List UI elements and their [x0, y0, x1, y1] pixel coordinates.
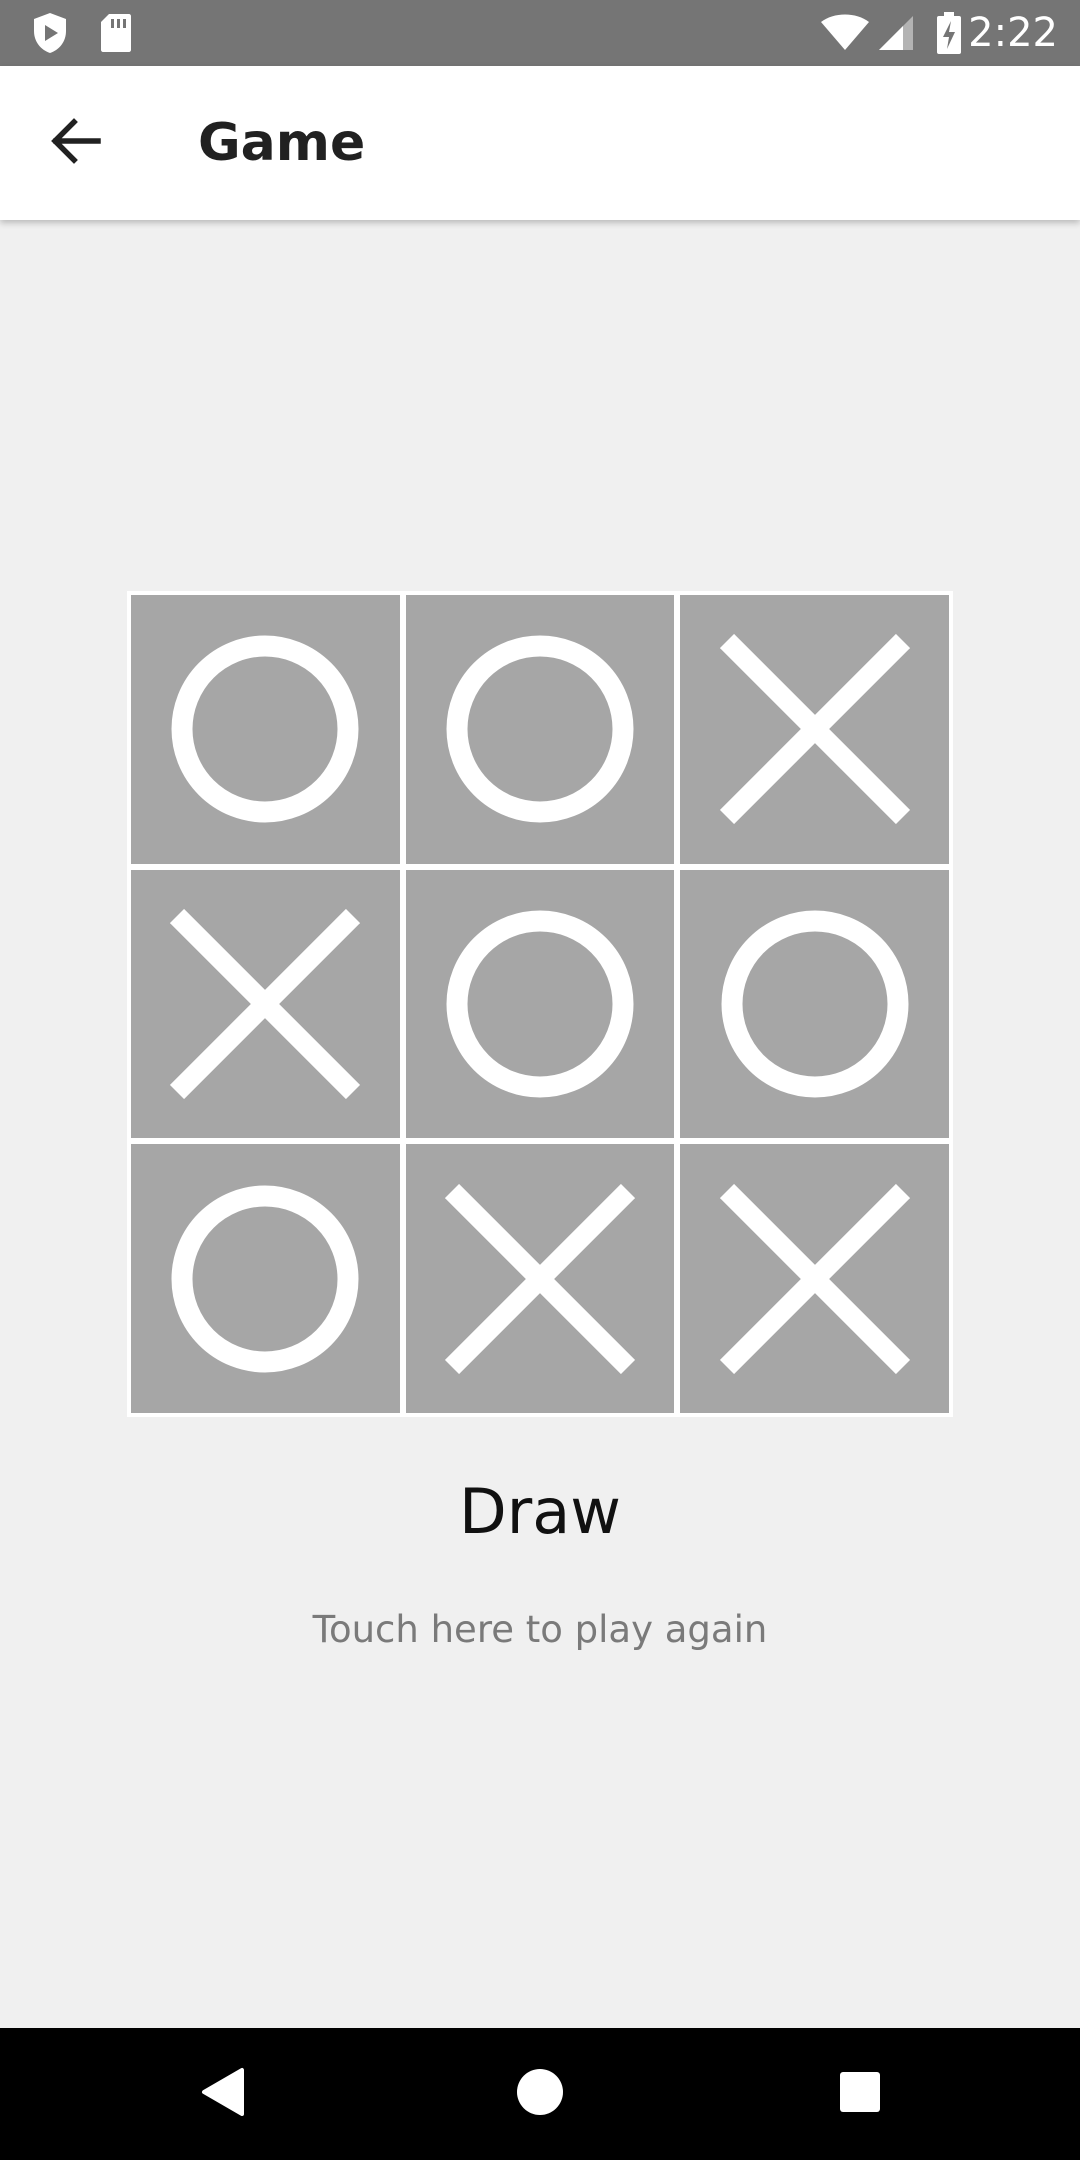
board-cell-9[interactable]	[680, 1144, 949, 1413]
sd-card-icon	[96, 0, 136, 66]
nav-home-button[interactable]	[500, 2054, 580, 2134]
status-time: 2:22	[968, 10, 1058, 56]
game-screen: 2:22 Game Draw Touch here to play again	[0, 0, 1080, 2160]
play-again-link[interactable]: Touch here to play again	[0, 1608, 1080, 1651]
back-button[interactable]	[32, 99, 120, 187]
battery-charging-icon	[934, 0, 964, 66]
o-mark-circle	[721, 910, 909, 1098]
x-mark	[719, 1183, 910, 1374]
board-cell-5[interactable]	[405, 869, 675, 1139]
board-cell-1[interactable]	[131, 595, 400, 864]
o-mark-circle	[171, 1185, 359, 1373]
x-mark	[444, 1183, 635, 1374]
o-mark-circle	[446, 910, 634, 1098]
nav-recents-button[interactable]	[820, 2054, 900, 2134]
x-mark	[719, 634, 910, 825]
o-mark-circle	[446, 635, 634, 823]
board-cell-3[interactable]	[680, 595, 949, 864]
o-mark	[171, 635, 359, 823]
page-title: Game	[198, 113, 366, 173]
board-cell-8[interactable]	[405, 1144, 675, 1413]
game-board	[127, 591, 953, 1417]
board-cell-7[interactable]	[131, 1144, 400, 1413]
o-mark	[446, 635, 634, 823]
signal-icon	[876, 0, 916, 66]
o-mark	[171, 1185, 359, 1373]
recents-square-icon	[838, 2070, 882, 2118]
home-circle-icon	[515, 2067, 565, 2121]
shield-icon	[28, 0, 72, 66]
board-cell-6[interactable]	[680, 869, 949, 1139]
board-cell-2[interactable]	[405, 595, 675, 864]
x-mark	[170, 908, 361, 1099]
board-cell-4[interactable]	[131, 869, 400, 1139]
back-triangle-icon	[198, 2066, 246, 2122]
navigation-bar	[0, 2028, 1080, 2160]
o-mark-circle	[171, 635, 359, 823]
arrow-back-icon	[50, 118, 102, 168]
nav-back-button[interactable]	[182, 2054, 262, 2134]
o-mark	[721, 910, 909, 1098]
status-bar: 2:22	[0, 0, 1080, 66]
game-result: Draw	[459, 1475, 621, 1548]
wifi-icon	[820, 0, 870, 66]
app-bar: Game	[0, 66, 1080, 220]
o-mark	[446, 910, 634, 1098]
